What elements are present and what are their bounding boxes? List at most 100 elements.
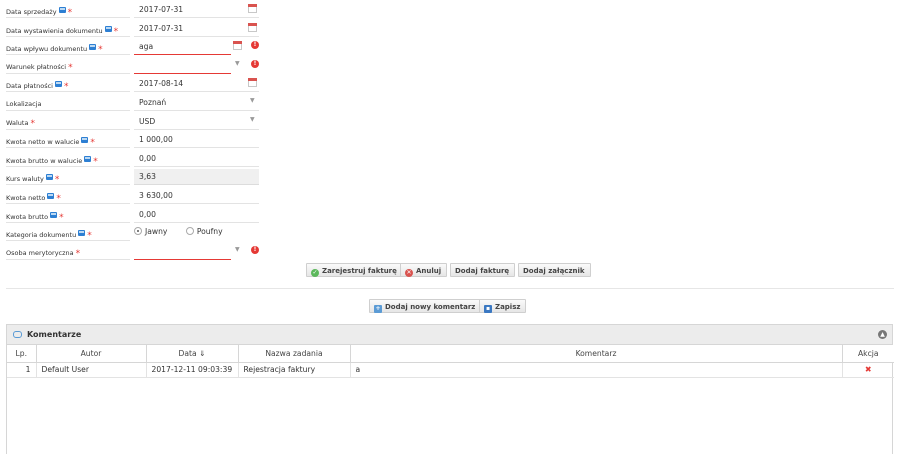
calendar-icon[interactable] xyxy=(248,22,257,32)
add-attachment-button[interactable]: Dodaj załącznik xyxy=(518,263,591,277)
receipt-date-field[interactable]: aga xyxy=(134,39,231,56)
receipt-date-label-text: Data wpływu dokumentu xyxy=(6,45,88,54)
required-mark: * xyxy=(93,156,98,167)
receipt-date-label: Data wpływu dokumentu * xyxy=(6,41,130,56)
col-action[interactable]: Akcja xyxy=(842,345,894,363)
chevron-down-icon[interactable]: ▼ xyxy=(235,60,240,67)
radio-selected-icon[interactable] xyxy=(134,227,142,236)
chevron-down-icon[interactable]: ▼ xyxy=(235,246,240,253)
row-issue-date: Data wystawienia dokumentu * 2017-07-31 xyxy=(0,19,268,38)
required-mark: * xyxy=(90,138,95,149)
add-attachment-label: Dodaj załącznik xyxy=(523,267,585,275)
info-icon[interactable] xyxy=(50,211,58,218)
calendar-icon[interactable] xyxy=(248,78,257,88)
add-invoice-label: Dodaj fakturę xyxy=(455,267,510,275)
exchange-rate-field: 3,63 xyxy=(134,169,259,186)
net-in-currency-field[interactable]: 1 000,00 xyxy=(134,132,259,149)
comments-table: Lp. Autor Data ⇓ Nazwa zadania Komentarz… xyxy=(7,345,894,378)
register-invoice-label: Zarejestruj fakturę xyxy=(322,267,397,275)
cell-action: ✖ xyxy=(842,362,894,378)
row-doc-category: Kategoria dokumentu * Jawny Poufny xyxy=(0,223,268,242)
net-amount-label-text: Kwota netto xyxy=(6,193,46,202)
gross-in-currency-label: Kwota brutto w walucie * xyxy=(6,153,130,167)
sale-date-label-text: Data sprzedaży xyxy=(6,8,57,16)
cancel-button[interactable]: ✕ Anuluj xyxy=(400,263,448,277)
payment-terms-select[interactable] xyxy=(134,58,231,74)
payment-date-field[interactable]: 2017-08-14 xyxy=(134,76,259,93)
cell-comment: a xyxy=(350,362,843,378)
radio-empty-icon[interactable] xyxy=(185,227,194,236)
col-comment[interactable]: Komentarz xyxy=(350,345,843,363)
row-location: Lokalizacja Poznań ▼ xyxy=(0,93,268,112)
issue-date-label: Data wystawienia dokumentu * xyxy=(6,23,130,37)
info-icon[interactable] xyxy=(78,230,86,237)
radio-option-poufny[interactable]: Poufny xyxy=(185,227,223,237)
required-mark: * xyxy=(67,8,73,18)
net-amount-label: Kwota netto * xyxy=(6,190,130,204)
error-icon: ! xyxy=(251,245,259,254)
info-icon[interactable] xyxy=(54,81,62,88)
col-lp[interactable]: Lp. xyxy=(7,345,37,363)
col-task[interactable]: Nazwa zadania xyxy=(238,345,351,363)
chevron-down-icon[interactable]: ▼ xyxy=(250,116,255,123)
required-mark: * xyxy=(68,62,73,73)
currency-select[interactable]: USD xyxy=(134,114,259,130)
add-comment-button[interactable]: + Dodaj nowy komentarz xyxy=(369,299,482,313)
location-label: Lokalizacja xyxy=(6,97,130,111)
save-comment-label: Zapisz xyxy=(495,303,521,311)
calendar-icon[interactable] xyxy=(233,41,242,51)
sale-date-field[interactable]: 2017-07-31 xyxy=(134,2,259,18)
gross-amount-label: Kwota brutto * xyxy=(6,209,130,223)
collapse-icon[interactable]: ▲ xyxy=(878,330,887,339)
error-icon: ! xyxy=(251,59,259,68)
save-icon: ▪ xyxy=(484,305,492,313)
row-gross-amount: Kwota brutto * 0,00 xyxy=(0,205,268,224)
calendar-icon[interactable] xyxy=(248,4,257,13)
issue-date-field[interactable]: 2017-07-31 xyxy=(134,21,259,37)
register-invoice-button[interactable]: ✓ Zarejestruj fakturę xyxy=(306,263,403,277)
info-icon[interactable] xyxy=(47,192,55,199)
cancel-icon: ✕ xyxy=(405,269,413,277)
radio-option-jawny[interactable]: Jawny xyxy=(134,227,167,236)
info-icon[interactable] xyxy=(89,44,97,51)
table-row: 1 Default User 2017-12-11 09:03:39 Rejes… xyxy=(7,362,894,378)
location-select[interactable]: Poznań xyxy=(134,95,259,111)
radio-label-jawny: Jawny xyxy=(145,227,168,237)
col-date[interactable]: Data ⇓ xyxy=(146,345,239,363)
comments-header: Komentarze ▲ xyxy=(7,325,892,345)
comment-add-icon: + xyxy=(374,305,382,313)
substantive-person-label-text: Osoba merytoryczna xyxy=(6,248,74,257)
invoice-form: Data sprzedaży * 2017-07-31 Data wystawie… xyxy=(0,0,268,260)
info-icon[interactable] xyxy=(104,25,112,32)
required-mark: * xyxy=(75,248,81,259)
row-payment-terms: Warunek płatności * ▼ ! xyxy=(0,56,268,75)
gross-amount-field[interactable]: 0,00 xyxy=(134,207,259,223)
payment-date-label-text: Data płatności xyxy=(6,82,53,91)
info-icon[interactable] xyxy=(84,155,92,162)
add-comment-label: Dodaj nowy komentarz xyxy=(385,303,476,311)
radio-label-poufny: Poufny xyxy=(196,227,223,237)
save-comment-button[interactable]: ▪ Zapisz xyxy=(479,299,527,313)
net-in-currency-label: Kwota netto w walucie * xyxy=(6,134,130,149)
gross-in-currency-field[interactable]: 0,00 xyxy=(134,151,259,167)
required-mark: * xyxy=(113,26,119,37)
payment-terms-label: Warunek płatności * xyxy=(6,60,130,74)
info-icon[interactable] xyxy=(45,174,53,181)
chevron-down-icon[interactable]: ▼ xyxy=(250,97,255,104)
required-mark: * xyxy=(63,82,69,93)
info-icon[interactable] xyxy=(81,137,89,144)
cancel-label: Anuluj xyxy=(416,267,442,275)
net-amount-field[interactable]: 3 630,00 xyxy=(134,188,259,204)
cell-task: Rejestracja faktury xyxy=(238,362,351,378)
row-net-in-currency: Kwota netto w walucie * 1 000,00 xyxy=(0,130,268,149)
add-invoice-button[interactable]: Dodaj fakturę xyxy=(450,263,516,277)
delete-icon[interactable]: ✖ xyxy=(865,365,872,374)
col-author[interactable]: Autor xyxy=(36,345,147,363)
currency-label: Waluta * xyxy=(6,116,130,130)
cell-lp: 1 xyxy=(7,362,37,378)
substantive-person-select[interactable] xyxy=(134,244,231,260)
gross-in-currency-label-text: Kwota brutto w walucie xyxy=(6,156,83,165)
info-icon[interactable] xyxy=(58,7,66,13)
row-gross-in-currency: Kwota brutto w walucie * 0,00 xyxy=(0,149,268,168)
required-mark: * xyxy=(54,175,60,186)
